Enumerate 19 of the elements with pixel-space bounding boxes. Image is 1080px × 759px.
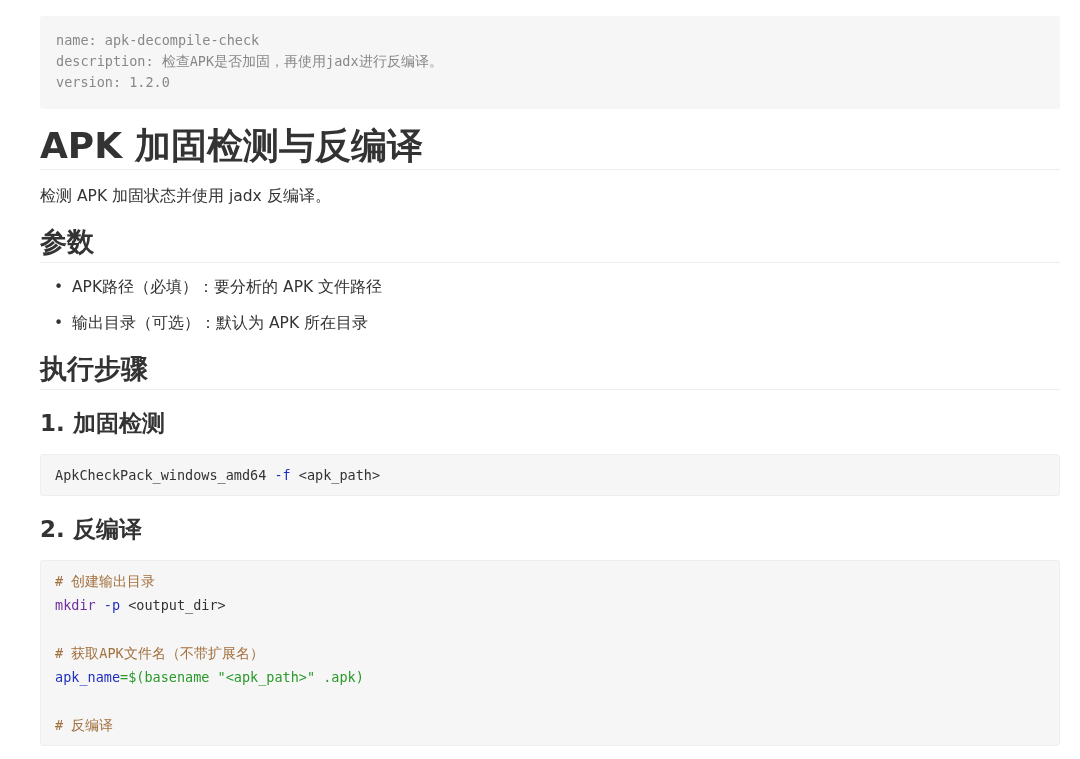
code-line: # 创建输出目录	[55, 572, 157, 591]
bullet: •	[54, 277, 62, 298]
subsection-heading: 2. 反编译	[40, 515, 143, 544]
front-matter-line: name: apk-decompile-check	[56, 31, 261, 50]
subsection-heading: 1. 加固检测	[40, 409, 166, 438]
code-line: # 获取APK文件名（不带扩展名）	[55, 644, 265, 663]
code-line: apk_name=$(basename "<apk_path>" .apk)	[55, 668, 365, 688]
page-title: APK 加固检测与反编译	[40, 123, 1060, 170]
list-item-text: 输出目录（可选）：默认为 APK 所在目录	[72, 313, 368, 334]
code-line: mkdir -p <output_dir>	[55, 596, 227, 616]
bullet: •	[54, 313, 62, 334]
front-matter-line: version: 1.2.0	[56, 73, 171, 92]
code-line: # 反编译	[55, 716, 115, 735]
front-matter-line: description: 检查APK是否加固，再使用jadx进行反编译。	[56, 52, 444, 71]
intro-text: 检测 APK 加固状态并使用 jadx 反编译。	[40, 186, 332, 207]
list-item-text: APK路径（必填）：要分析的 APK 文件路径	[72, 277, 383, 298]
section-heading: 参数	[40, 222, 1060, 263]
section-heading: 执行步骤	[40, 349, 1060, 390]
code-line: ApkCheckPack_windows_amd64 -f <apk_path>	[55, 466, 382, 486]
